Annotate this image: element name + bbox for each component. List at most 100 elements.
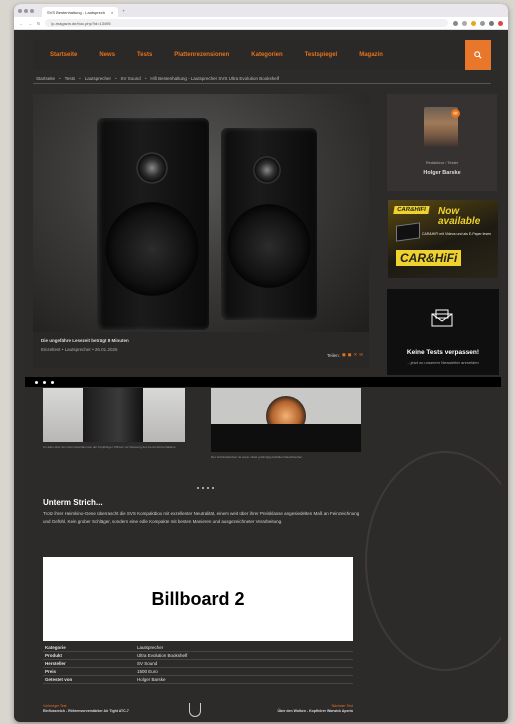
nav-item-magazin[interactable]: Magazin bbox=[359, 52, 383, 58]
logo-watermark bbox=[365, 451, 501, 671]
main-nav: Startseite News Tests Plattenrezensionen… bbox=[33, 40, 491, 70]
spec-value: 1500 Euro bbox=[137, 669, 158, 674]
billboard-ad[interactable]: Billboard 2 bbox=[43, 557, 353, 641]
web-page: Startseite News Tests Plattenrezensionen… bbox=[25, 31, 501, 721]
table-row: Getestet von Holger Barske bbox=[43, 676, 353, 684]
spec-key: Kategorie bbox=[45, 645, 66, 650]
breadcrumb-item[interactable]: Lautsprecher bbox=[85, 76, 111, 83]
slider-dot[interactable] bbox=[51, 381, 54, 384]
newsletter-title: Keine Tests verpassen! bbox=[406, 349, 480, 356]
breadcrumb-separator: • bbox=[59, 76, 61, 81]
breadcrumb-item[interactable]: SV Sound bbox=[121, 76, 141, 83]
article-body: Trotz ihrer Heimkino-Gene überrascht die… bbox=[43, 511, 360, 524]
nav-item-plattenrezensionen[interactable]: Plattenrezensionen bbox=[174, 52, 229, 58]
gallery-dot[interactable] bbox=[197, 487, 199, 489]
gallery-dot[interactable] bbox=[207, 487, 209, 489]
tab-title: SVS Bestenhaltung - Lautsprech bbox=[47, 9, 106, 15]
share-bar: Teilen: ◼ ◼ ✕ ✉ bbox=[327, 352, 363, 358]
slider-dot[interactable] bbox=[35, 381, 38, 384]
prev-link[interactable]: Einflussreich - Röhrenvorverstärker Air … bbox=[43, 709, 129, 713]
table-row: Hersteller SV Sound bbox=[43, 660, 353, 668]
nav-item-kategorien[interactable]: Kategorien bbox=[251, 52, 282, 58]
facebook-icon[interactable]: ◼ bbox=[348, 352, 352, 358]
reading-time: Die ungefähre Lesezeit beträgt 8 Minuten bbox=[41, 338, 129, 343]
search-button[interactable] bbox=[465, 40, 491, 70]
nav-item-news[interactable]: News bbox=[99, 52, 115, 58]
ad-headline: Now available bbox=[438, 206, 481, 227]
spec-key: Preis bbox=[45, 669, 57, 674]
table-row: Preis 1500 Euro bbox=[43, 668, 353, 676]
prev-label: Vorheriger Test bbox=[43, 704, 67, 708]
close-icon[interactable]: × bbox=[111, 10, 113, 15]
window-controls[interactable] bbox=[18, 8, 34, 13]
url-field[interactable]: lp-magazin.de/hoc.php?id=13495 bbox=[45, 19, 448, 27]
extension-icon[interactable] bbox=[480, 20, 485, 26]
extension-icon[interactable] bbox=[489, 20, 494, 26]
ad-logo: CAR&HIFI bbox=[393, 206, 430, 214]
url-text: lp-magazin.de/hoc.php?id=13495 bbox=[51, 20, 111, 26]
article-meta: Einzeltest • Lautsprecher • 26.01.2025 bbox=[41, 347, 118, 352]
gallery-dot[interactable] bbox=[212, 487, 214, 489]
woofer-left bbox=[105, 202, 199, 296]
share-label: Teilen: bbox=[326, 352, 340, 358]
nav-item-startseite[interactable]: Startseite bbox=[50, 52, 77, 58]
post-navigation: Vorheriger Test Einflussreich - Röhrenvo… bbox=[43, 700, 353, 721]
envelope-icon bbox=[431, 309, 453, 327]
gallery-pagination bbox=[197, 487, 214, 489]
site-logo-icon[interactable] bbox=[189, 703, 201, 717]
gallery-image[interactable] bbox=[43, 388, 185, 442]
newsletter-box[interactable]: Keine Tests verpassen! ...jetzt zu unser… bbox=[387, 289, 499, 375]
extension-icon[interactable] bbox=[462, 20, 467, 26]
newsletter-subtext[interactable]: ...jetzt zu unserem Newsletter anmelden bbox=[387, 360, 499, 365]
breadcrumb-current: Hifi Bestenhaltung - Lautsprecher SVS Ul… bbox=[150, 76, 279, 81]
spec-key: Hersteller bbox=[45, 661, 66, 666]
new-tab-button[interactable]: + bbox=[122, 8, 124, 13]
extension-icon[interactable] bbox=[471, 20, 476, 26]
slider-overlay bbox=[25, 377, 501, 387]
next-link[interactable]: Über den Wolken - Kopfhörer Warwick Aper… bbox=[277, 709, 353, 713]
woofer-right bbox=[227, 204, 311, 288]
gallery-caption: Der Verbindwindner ist seine mittel groß… bbox=[211, 455, 303, 459]
table-row: Kategorie Lautsprecher bbox=[43, 644, 353, 652]
table-row: Produkt Ultra Evolution Bookshelf bbox=[43, 652, 353, 660]
browser-window: SVS Bestenhaltung - Lautsprech × + ← → ↻… bbox=[14, 4, 508, 722]
gallery-image[interactable] bbox=[211, 388, 361, 452]
ad-subtext: CAR&HIFI mit Videos und als E-Paper lese… bbox=[422, 232, 491, 236]
tab-bar: SVS Bestenhaltung - Lautsprech × + bbox=[14, 4, 508, 17]
back-icon[interactable]: ← bbox=[19, 21, 23, 26]
author-name[interactable]: Holger Barske bbox=[387, 170, 497, 176]
breadcrumb-separator: • bbox=[114, 76, 117, 81]
slider-dot[interactable] bbox=[43, 381, 46, 384]
spec-value[interactable]: Holger Barske bbox=[137, 677, 353, 682]
mail-icon[interactable]: ✉ bbox=[359, 352, 363, 358]
breadcrumb-separator: • bbox=[144, 76, 147, 81]
profile-icon[interactable] bbox=[498, 20, 503, 26]
nav-item-tests[interactable]: Tests bbox=[137, 52, 152, 58]
gallery-dot[interactable] bbox=[202, 487, 204, 489]
ad-banner[interactable]: CAR&HIFI Now available CAR&HIFI mit Vide… bbox=[388, 200, 498, 278]
ad-tablet-image bbox=[396, 222, 420, 242]
tweeter-right bbox=[253, 156, 281, 184]
author-box: ✉ Redakteur / Tester Holger Barske bbox=[387, 94, 497, 191]
hero-caption: Die ungefähre Lesezeit beträgt 8 Minuten… bbox=[33, 332, 369, 368]
next-label: Nächster Test bbox=[331, 704, 353, 708]
gallery-caption: An allen über den Gummiverlänertun der K… bbox=[43, 445, 176, 449]
specs-table: Kategorie Lautsprecher Produkt Ultra Evolu… bbox=[43, 644, 353, 684]
breadcrumb-separator: • bbox=[79, 76, 81, 81]
extension-icon[interactable] bbox=[453, 20, 458, 26]
spec-value: Ultra Evolution Bookshelf bbox=[137, 653, 188, 658]
browser-tab[interactable]: SVS Bestenhaltung - Lautsprech × bbox=[42, 7, 119, 17]
spec-key: Getestet von bbox=[45, 677, 73, 682]
nav-item-testspiegel[interactable]: Testspiegel bbox=[305, 52, 338, 58]
breadcrumb-item[interactable]: Startseite bbox=[36, 76, 55, 83]
reload-icon[interactable]: ↻ bbox=[37, 21, 40, 26]
spec-value: Lautsprecher bbox=[137, 645, 164, 650]
forward-icon[interactable]: → bbox=[28, 21, 32, 26]
mail-icon[interactable]: ✉ bbox=[451, 109, 460, 118]
breadcrumb: Startseite • Tests • Lautsprecher • SV Soun… bbox=[33, 76, 491, 84]
x-icon[interactable]: ✕ bbox=[353, 352, 357, 358]
tweeter-left bbox=[136, 152, 168, 184]
spec-value: SV Sound bbox=[137, 661, 158, 666]
share-icon[interactable]: ◼ bbox=[342, 352, 346, 358]
breadcrumb-item[interactable]: Tests bbox=[65, 76, 76, 83]
